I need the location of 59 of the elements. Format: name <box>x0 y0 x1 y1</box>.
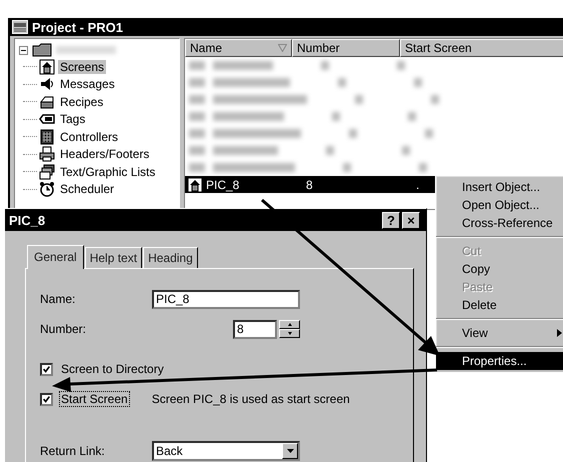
menu-item[interactable]: Delete <box>436 296 563 314</box>
checkbox-label[interactable]: Screen to Directory <box>59 361 166 377</box>
tree-item[interactable]: Text/Graphic Lists <box>58 164 158 179</box>
tree-item[interactable]: Screens <box>58 60 106 74</box>
return-link-dropdown[interactable]: Back <box>152 441 300 461</box>
grid-icon <box>39 128 55 145</box>
menu-item[interactable]: Copy <box>436 260 563 278</box>
blurred-label-drawing <box>56 46 116 54</box>
tree-item[interactable]: Messages <box>58 77 117 92</box>
speaker-icon <box>39 76 55 92</box>
printer-icon <box>39 146 55 162</box>
sort-arrow-icon <box>278 44 287 52</box>
field-label: Return Link: <box>40 444 106 458</box>
menu-item[interactable]: Cross-Reference <box>436 214 563 232</box>
submenu-arrow-icon <box>557 329 562 337</box>
tree-item[interactable]: Recipes <box>58 94 106 109</box>
tab[interactable]: General <box>27 245 84 269</box>
title-bar-button[interactable]: × <box>402 212 420 228</box>
checkbox[interactable] <box>40 392 53 406</box>
name-field[interactable]: PIC_8 <box>152 290 300 308</box>
window-title: Project - PRO1 <box>32 20 124 34</box>
field-label: Name: <box>40 292 76 306</box>
stacked-pages-icon <box>39 164 55 180</box>
info-text: Screen PIC_8 is used as start screen <box>152 392 350 406</box>
folder-icon <box>32 43 52 57</box>
column-header[interactable]: Number <box>292 39 400 57</box>
checkbox-label[interactable]: Start Screen <box>59 391 130 407</box>
house-icon <box>39 58 55 75</box>
tree-item[interactable]: Tags <box>58 112 88 126</box>
column-header[interactable]: Name <box>185 39 292 57</box>
collapse-icon[interactable] <box>19 46 28 54</box>
down-arrow-icon <box>288 332 292 334</box>
tree-item[interactable]: Headers/Footers <box>58 147 152 162</box>
menu-item[interactable]: Open Object... <box>436 196 563 214</box>
checkbox[interactable] <box>40 362 53 376</box>
tab[interactable]: Help text <box>84 247 142 268</box>
app-window-icon <box>12 20 28 34</box>
table-cell-text: PIC_8 <box>205 178 240 192</box>
box-icon <box>39 94 55 110</box>
dialog-title: PIC_8 <box>9 212 46 228</box>
table-cell-text: 8 <box>306 178 314 192</box>
tree-item[interactable]: Controllers <box>58 130 120 144</box>
tree-item[interactable]: Scheduler <box>58 182 116 196</box>
table-cell: . <box>416 178 420 192</box>
menu-item[interactable]: View <box>436 324 563 342</box>
tab[interactable]: Heading <box>143 247 198 268</box>
column-header[interactable]: Start Screen <box>400 39 563 57</box>
dropdown-arrow-icon <box>286 449 294 453</box>
house-icon <box>187 176 203 192</box>
spin-buttons[interactable] <box>279 320 300 338</box>
up-arrow-icon <box>288 322 292 326</box>
title-bar-button[interactable]: ? <box>382 212 400 228</box>
checkmark-icon <box>42 394 51 404</box>
checkmark-icon <box>42 364 51 374</box>
menu-item[interactable]: Insert Object... <box>436 178 563 196</box>
field-label: Number: <box>40 322 88 336</box>
menu-item[interactable]: Properties... <box>436 352 563 370</box>
number-field[interactable]: 8 <box>233 320 277 338</box>
alarm-clock-icon <box>39 181 55 198</box>
